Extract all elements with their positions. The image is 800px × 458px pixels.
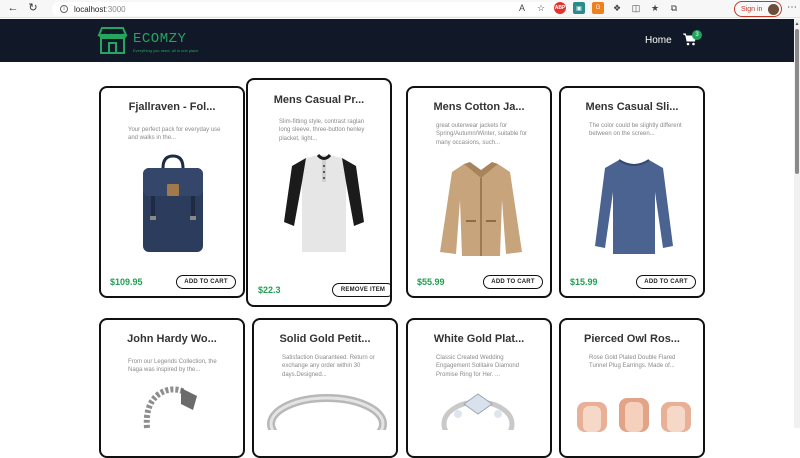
add-to-cart-button[interactable]: ADD TO CART [483, 275, 543, 289]
product-card[interactable]: White Gold Plat... Classic Created Weddi… [406, 318, 552, 458]
logo[interactable]: ECOMZY Everything you need, all in one p… [96, 25, 198, 55]
product-image [143, 154, 203, 252]
url-host: localhost [74, 4, 106, 14]
sign-in-label: Sign in [741, 5, 763, 13]
product-image [577, 398, 691, 432]
product-card[interactable]: Pierced Owl Ros... Rose Gold Plated Doub… [559, 318, 705, 458]
product-image [284, 153, 364, 252]
avatar [768, 4, 779, 15]
app-navbar: ECOMZY Everything you need, all in one p… [0, 19, 796, 62]
store-icon [97, 27, 128, 54]
product-image [267, 394, 387, 430]
scroll-thumb[interactable] [795, 29, 799, 174]
product-title: Fjallraven - Fol... [128, 101, 216, 113]
product-image [143, 386, 197, 429]
product-image [440, 162, 522, 256]
cart-button[interactable]: 3 [683, 30, 702, 47]
sign-in-button[interactable]: Sign in [734, 1, 782, 17]
product-price: $15.99 [570, 277, 598, 287]
more-menu-icon[interactable]: ⋯ [787, 2, 797, 13]
scroll-up-icon[interactable]: ▲ [794, 21, 800, 27]
page-scrollbar[interactable]: ▲ [794, 19, 800, 428]
product-title: Mens Cotton Ja... [433, 101, 525, 113]
collections-icon[interactable]: ⧉ [668, 2, 680, 14]
product-price: $109.95 [110, 277, 143, 287]
product-description: From our Legends Collection, the Naga wa… [128, 359, 217, 374]
adblock-extension-icon[interactable]: ABP [554, 2, 566, 14]
brand-name: ECOMZY [133, 31, 187, 47]
product-card[interactable]: Solid Gold Petit... Satisfaction Guarant… [252, 318, 398, 458]
product-title: Solid Gold Petit... [279, 333, 371, 345]
cart-count-badge: 3 [692, 30, 702, 40]
info-icon[interactable]: i [60, 5, 68, 13]
product-description: Rose Gold Plated Double Flared Tunnel Pl… [589, 355, 676, 370]
extension-icon[interactable]: ▣ [573, 2, 585, 14]
brand-tagline: Everything you need, all in one place [133, 48, 199, 53]
product-title: Mens Casual Pr... [273, 94, 365, 106]
product-title: John Hardy Wo... [127, 333, 217, 345]
product-price: $55.99 [417, 277, 445, 287]
browser-tools: A ☆ ABP ▣ G ❖ ◫ ★ ⧉ [516, 2, 680, 14]
browser-toolbar: ← ↻ i localhost:3000 A ☆ ABP ▣ G ❖ ◫ ★ ⧉… [0, 0, 800, 18]
product-image [441, 393, 515, 430]
favorites-icon[interactable]: ★ [649, 2, 661, 14]
product-title: Pierced Owl Ros... [584, 333, 680, 345]
address-bar[interactable]: i localhost:3000 [52, 2, 562, 16]
product-description: great outerwear jackets for Spring/Autum… [436, 123, 528, 146]
favorite-star-icon[interactable]: ☆ [535, 2, 547, 14]
product-description: Classic Created Wedding Engagement Solit… [436, 355, 520, 378]
split-screen-icon[interactable]: ◫ [630, 2, 642, 14]
product-description: The color could be slightly different be… [589, 123, 682, 138]
product-card[interactable]: Fjallraven - Fol... Your perfect pack fo… [99, 86, 245, 298]
product-title: Mens Casual Sli... [585, 101, 679, 113]
url-port: :3000 [105, 4, 126, 14]
product-card[interactable]: Mens Cotton Ja... great outerwear jacket… [406, 86, 552, 298]
product-price: $22.3 [258, 285, 281, 295]
reload-icon[interactable]: ↻ [26, 2, 40, 16]
product-description: Satisfaction Guaranteed. Return or excha… [282, 355, 375, 378]
remove-item-button[interactable]: REMOVE ITEM [332, 283, 390, 297]
back-icon[interactable]: ← [6, 2, 20, 16]
add-to-cart-button[interactable]: ADD TO CART [636, 275, 696, 289]
nav-home-link[interactable]: Home [645, 35, 672, 46]
product-card-selected[interactable]: Mens Casual Pr... Slim-fitting style, co… [246, 78, 392, 307]
add-to-cart-button[interactable]: ADD TO CART [176, 275, 236, 289]
product-image [595, 159, 673, 254]
read-aloud-icon[interactable]: A [516, 2, 528, 14]
extensions-puzzle-icon[interactable]: ❖ [611, 2, 623, 14]
product-description: Slim-fitting style, contrast raglan long… [279, 119, 365, 142]
product-card[interactable]: Mens Casual Sli... The color could be sl… [559, 86, 705, 298]
product-description: Your perfect pack for everyday use and w… [128, 127, 221, 142]
product-card[interactable]: John Hardy Wo... From our Legends Collec… [99, 318, 245, 458]
product-title: White Gold Plat... [433, 333, 525, 345]
extension-g-icon[interactable]: G [592, 2, 604, 14]
